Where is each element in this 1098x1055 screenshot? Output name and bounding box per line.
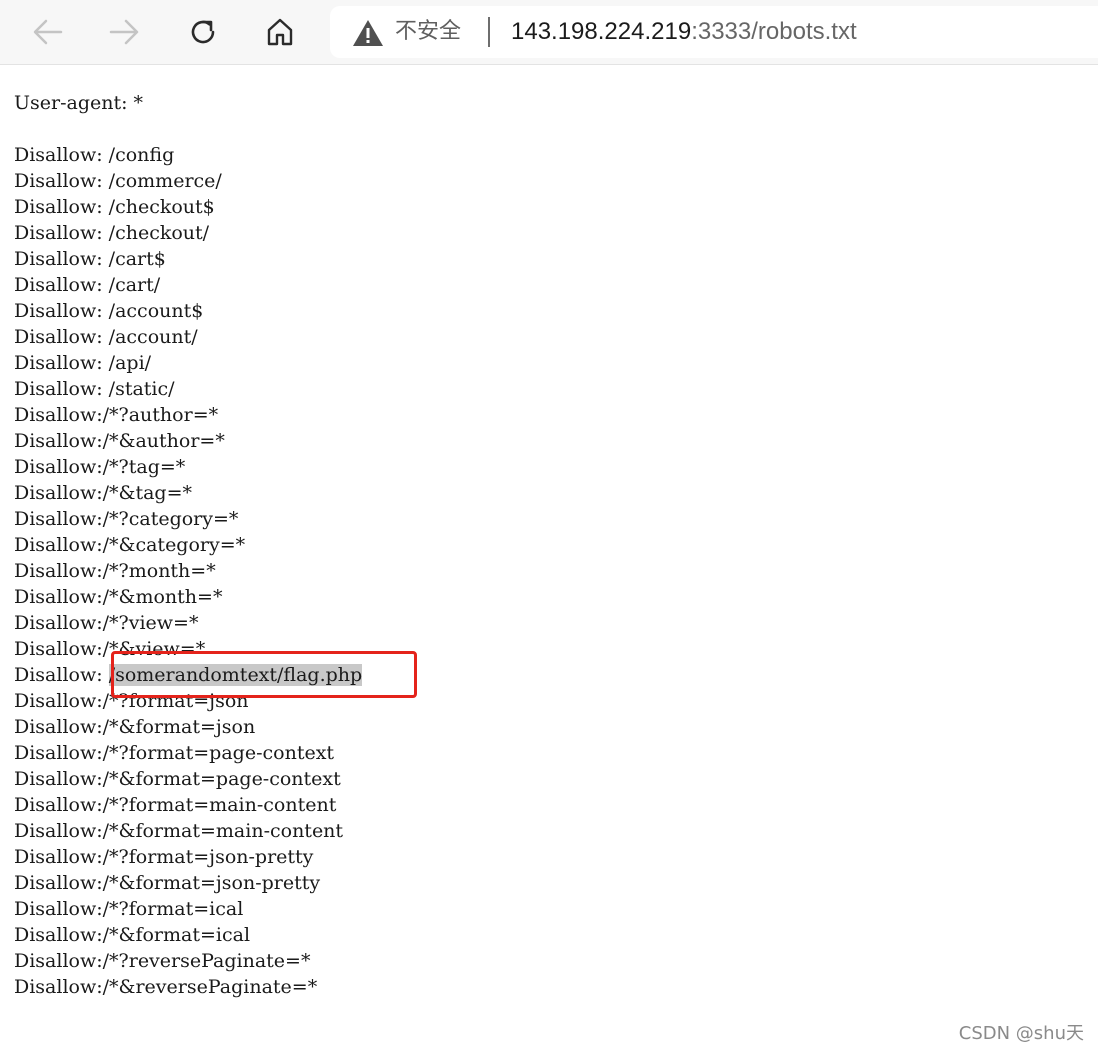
robots-line: Disallow:/*&author=*: [14, 430, 225, 452]
robots-line: Disallow: /cart/: [14, 274, 161, 296]
reload-icon: [191, 20, 215, 44]
url-text[interactable]: 143.198.224.219:3333/robots.txt: [511, 18, 857, 46]
robots-line: Disallow:/*?format=page-context: [14, 742, 335, 764]
arrow-right-icon: [109, 19, 139, 45]
robots-line-prefix: Disallow:: [14, 664, 109, 686]
address-divider: [488, 17, 490, 47]
robots-line: Disallow: /commerce/: [14, 170, 222, 192]
robots-line: Disallow:/*&category=*: [14, 534, 246, 556]
reload-button[interactable]: [183, 12, 223, 52]
back-button[interactable]: [28, 12, 68, 52]
warning-icon: [353, 20, 383, 46]
forward-button[interactable]: [104, 12, 144, 52]
robots-line: Disallow: /account$: [14, 300, 204, 322]
watermark: CSDN @shu天: [958, 1023, 1084, 1044]
robots-line: Disallow: /config: [14, 144, 175, 166]
robots-txt-content: User-agent: * Disallow: /config Disallow: …: [14, 90, 363, 1000]
robots-line: Disallow:/*&format=json: [14, 716, 256, 738]
robots-line: Disallow:/*&month=*: [14, 586, 223, 608]
robots-line: Disallow:/*&view=*: [14, 638, 206, 660]
url-host: 143.198.224.219: [511, 18, 692, 45]
robots-line: Disallow:/*?format=main-content: [14, 794, 337, 816]
robots-line: Disallow:/*&format=page-context: [14, 768, 341, 790]
robots-line: Disallow: /api/: [14, 352, 152, 374]
robots-line: Disallow:/*&format=main-content: [14, 820, 344, 842]
robots-line: Disallow:/*?tag=*: [14, 456, 186, 478]
robots-line: Disallow:/*?reversePaginate=*: [14, 950, 311, 972]
robots-line: Disallow:/*?view=*: [14, 612, 199, 634]
robots-line: Disallow:/*?author=*: [14, 404, 219, 426]
robots-line: Disallow:/*?format=ical: [14, 898, 244, 920]
robots-line: Disallow:/*&tag=*: [14, 482, 193, 504]
robots-line: Disallow:/*&format=json-pretty: [14, 872, 321, 894]
robots-line-highlighted: Disallow: /somerandomtext/flag.php: [14, 662, 363, 688]
home-icon: [267, 18, 293, 46]
robots-line: Disallow:/*?format=json-pretty: [14, 846, 314, 868]
robots-line: Disallow: /checkout/: [14, 222, 210, 244]
robots-line: Disallow: /cart$: [14, 248, 166, 270]
robots-line: Disallow:/*?category=*: [14, 508, 239, 530]
robots-line: Disallow:/*&reversePaginate=*: [14, 976, 318, 998]
robots-line: Disallow: /static/: [14, 378, 175, 400]
address-bar[interactable]: 不安全 143.198.224.219:3333/robots.txt: [330, 6, 1098, 58]
url-path: :3333/robots.txt: [691, 18, 857, 45]
selected-flag-path[interactable]: /somerandomtext/flag.php: [108, 664, 363, 686]
robots-line: Disallow: /checkout$: [14, 196, 215, 218]
home-button[interactable]: [260, 12, 300, 52]
robots-line-blank: [14, 116, 362, 142]
robots-line: Disallow:/*?format=json: [14, 690, 249, 712]
robots-line: User-agent: *: [14, 92, 144, 114]
security-status-label[interactable]: 不安全: [395, 19, 461, 45]
browser-toolbar: 不安全 143.198.224.219:3333/robots.txt: [0, 0, 1098, 65]
robots-line: Disallow:/*?month=*: [14, 560, 216, 582]
robots-line: Disallow:/*&format=ical: [14, 924, 251, 946]
arrow-left-icon: [33, 19, 63, 45]
robots-line: Disallow: /account/: [14, 326, 198, 348]
